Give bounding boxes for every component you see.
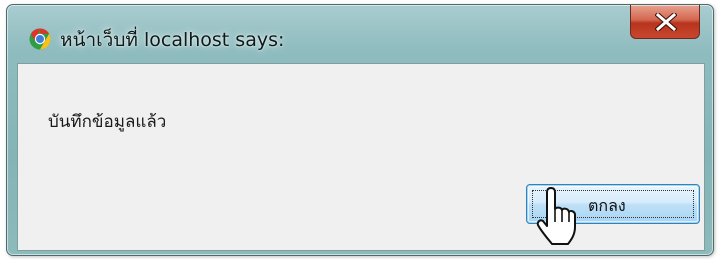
ok-button-label: ตกลง xyxy=(588,196,626,215)
close-icon xyxy=(655,13,677,31)
chrome-icon xyxy=(29,28,51,50)
dialog-titlebar[interactable]: หน้าเว็บที่ localhost says: xyxy=(7,5,713,65)
dialog-body: บันทึกข้อมูลแล้ว ตกลง xyxy=(17,63,705,251)
alert-dialog: หน้าเว็บที่ localhost says: บันทึกข้อมูล… xyxy=(6,4,714,256)
close-button[interactable] xyxy=(630,5,700,39)
hand-pointer-cursor xyxy=(536,187,576,245)
dialog-title: หน้าเว็บที่ localhost says: xyxy=(60,29,285,51)
dialog-message: บันทึกข้อมูลแล้ว xyxy=(48,112,167,132)
